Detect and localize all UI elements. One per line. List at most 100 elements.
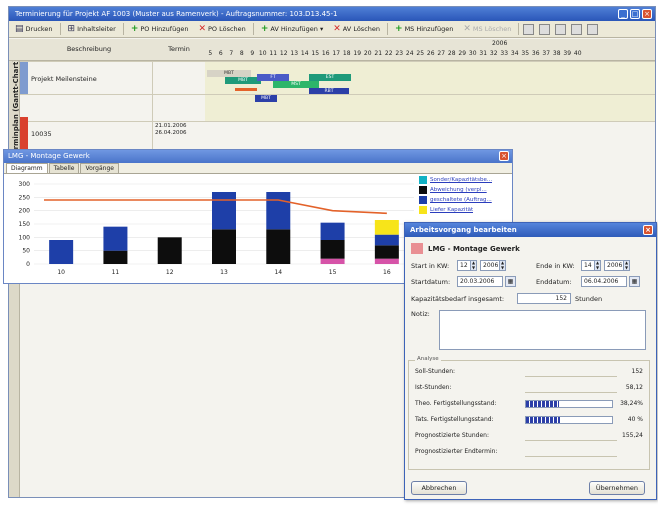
- capacity-field[interactable]: 152: [517, 293, 571, 304]
- bar-segment: [49, 240, 74, 264]
- analysis-row: Ist-Stunden: 58,12: [415, 384, 643, 393]
- spinner-arrows-icon[interactable]: ▲ ▼: [594, 260, 600, 270]
- gantt-bar[interactable]: MST: [273, 81, 319, 88]
- week-label: 38: [552, 50, 561, 57]
- bar-segment: [374, 234, 399, 246]
- week-label: 35: [521, 50, 530, 57]
- y-tick-label: 150: [19, 221, 31, 228]
- legend-item[interactable]: Sonder/Kapazitätsbe...: [419, 175, 509, 185]
- dialog-close-button[interactable]: ×: [643, 225, 653, 235]
- actual-progress-bar: [525, 416, 613, 424]
- analysis-row: Tats. Fertigstellungsstand: 40 %: [415, 416, 643, 424]
- row-label-order[interactable]: 10035: [31, 130, 52, 138]
- bar-segment: [266, 229, 291, 264]
- tool-icon[interactable]: [555, 23, 567, 35]
- week-label: 12: [279, 50, 288, 57]
- column-header-date[interactable]: Termin: [155, 45, 203, 53]
- start-year-spinner[interactable]: 2006 ▲ ▼: [480, 260, 506, 271]
- gantt-bar[interactable]: MBT: [255, 95, 277, 102]
- delete-icon: ✕: [198, 23, 207, 34]
- analysis-row: Theo. Fertigstellungsstand: 38,24%: [415, 400, 643, 408]
- tree-button[interactable]: ⊞ Inhaltsleiter: [65, 23, 119, 36]
- delete-po-button[interactable]: ✕ PO Löschen: [195, 23, 248, 36]
- tool-icon[interactable]: [587, 23, 599, 35]
- row-label-milestones[interactable]: Projekt Meilensteine: [31, 75, 97, 83]
- tab-table[interactable]: Tabelle: [48, 163, 80, 173]
- week-label: 30: [468, 50, 477, 57]
- delete-ms-button[interactable]: ✕ MS Löschen: [460, 23, 514, 36]
- bar-segment: [157, 237, 182, 264]
- print-button[interactable]: ▤ Drucken: [12, 23, 56, 36]
- bar-segment: [266, 192, 291, 230]
- legend-item[interactable]: Liefer Kapazität: [419, 205, 509, 215]
- delete-icon: ✕: [333, 23, 341, 34]
- legend-item[interactable]: Abweichung (verpl...: [419, 185, 509, 195]
- end-year-spinner[interactable]: 2006 ▲ ▼: [604, 260, 630, 271]
- week-label: 26: [426, 50, 435, 57]
- tool-icon[interactable]: [523, 23, 535, 35]
- bar-segment: [103, 250, 128, 264]
- start-kw-spinner[interactable]: 12 ▲ ▼: [457, 260, 477, 271]
- load-window-close-button[interactable]: ×: [499, 151, 509, 161]
- week-label: 11: [269, 50, 278, 57]
- gantt-bar[interactable]: FT: [257, 74, 289, 81]
- color-swatch[interactable]: [411, 243, 423, 254]
- week-label: 24: [405, 50, 414, 57]
- capacity-label: Kapazitätsbedarf insgesamt:: [411, 295, 505, 303]
- theoretical-progress-bar: [525, 400, 613, 408]
- maximize-button[interactable]: □: [630, 9, 640, 19]
- minimize-button[interactable]: _: [618, 9, 628, 19]
- start-kw-label: Start in KW:: [411, 262, 450, 270]
- cancel-button[interactable]: Abbrechen: [411, 481, 467, 495]
- close-button[interactable]: ×: [642, 9, 652, 19]
- dialog-title: Arbeitsvorgang bearbeiten: [410, 226, 517, 234]
- notes-textarea[interactable]: [439, 310, 646, 350]
- column-header-description[interactable]: Beschreibung: [29, 45, 149, 53]
- load-window-title: LMG - Montage Gewerk: [8, 152, 90, 160]
- window-title: Terminierung für Projekt AF 1003 (Muster…: [15, 10, 338, 18]
- bar-segment: [212, 192, 236, 230]
- analysis-row: Prognostizierte Stunden: 155,24: [415, 432, 643, 441]
- gantt-bar[interactable]: MBT: [207, 70, 251, 77]
- week-label: 20: [363, 50, 372, 57]
- add-po-button[interactable]: + PO Hinzufügen: [128, 23, 192, 36]
- add-av-button[interactable]: + AV Hinzufügen ▾: [258, 23, 326, 36]
- x-tick-label: 12: [166, 269, 174, 276]
- y-tick-label: 0: [26, 261, 30, 268]
- plus-icon: +: [260, 23, 269, 34]
- x-tick-label: 16: [383, 269, 391, 276]
- apply-button[interactable]: Übernehmen: [589, 481, 645, 495]
- week-label: 31: [479, 50, 488, 57]
- legend-item[interactable]: geschaltete (Auftrag...: [419, 195, 509, 205]
- spinner-arrows-icon[interactable]: ▲ ▼: [499, 260, 505, 270]
- analysis-group: Analyse Soll-Stunden: 152 Ist-Stunden: 58,…: [408, 356, 650, 470]
- gantt-bar[interactable]: EST: [309, 74, 351, 81]
- tab-diagram[interactable]: Diagramm: [6, 163, 48, 173]
- week-label: 32: [489, 50, 498, 57]
- toolbar: ▤ Drucken ⊞ Inhaltsleiter + PO Hinzufügen ✕…: [9, 21, 655, 38]
- week-label: 25: [416, 50, 425, 57]
- tool-icon[interactable]: [539, 23, 551, 35]
- calendar-icon[interactable]: ▦: [505, 276, 516, 287]
- end-date-field[interactable]: 06.04.2006: [581, 276, 627, 287]
- delete-av-button[interactable]: ✕ AV Löschen: [330, 23, 383, 36]
- end-kw-label: Ende in KW:: [536, 262, 575, 270]
- start-date-field[interactable]: 20.03.2006: [457, 276, 503, 287]
- end-kw-spinner[interactable]: 14 ▲ ▼: [581, 260, 601, 271]
- plus-icon: +: [130, 23, 139, 34]
- analysis-legend: Analyse: [415, 356, 441, 362]
- calendar-icon[interactable]: ▦: [629, 276, 640, 287]
- add-ms-button[interactable]: + MS Hinzufügen: [392, 23, 456, 36]
- spinner-arrows-icon[interactable]: ▲ ▼: [470, 260, 476, 270]
- spinner-arrows-icon[interactable]: ▲ ▼: [623, 260, 629, 270]
- tree-icon: ⊞: [67, 23, 76, 34]
- tool-icon[interactable]: [571, 23, 583, 35]
- gantt-bar[interactable]: MBT: [225, 77, 261, 84]
- dialog-titlebar: Arbeitsvorgang bearbeiten ×: [405, 223, 656, 237]
- edit-operation-dialog: Arbeitsvorgang bearbeiten × LMG - Montag…: [404, 222, 657, 500]
- load-tabs: Diagramm Tabelle Vorgänge: [4, 163, 512, 174]
- tab-operations[interactable]: Vorgänge: [80, 163, 119, 173]
- year-label: 2006: [492, 40, 508, 47]
- week-label: 15: [311, 50, 320, 57]
- bar-segment: [320, 222, 345, 240]
